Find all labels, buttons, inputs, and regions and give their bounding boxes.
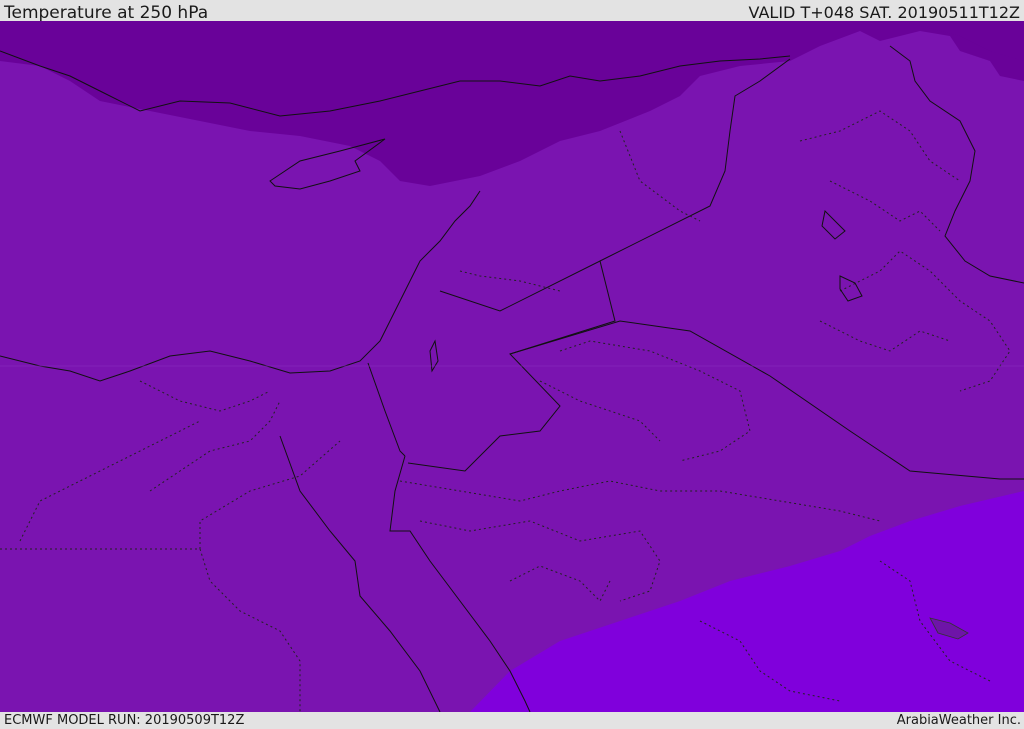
valid-time: VALID T+048 SAT. 20190511T12Z	[748, 3, 1020, 22]
header-bar: Temperature at 250 hPa VALID T+048 SAT. …	[0, 0, 1024, 23]
weather-map[interactable]	[0, 21, 1024, 712]
model-run-label: ECMWF MODEL RUN: 20190509T12Z	[4, 713, 245, 728]
footer-bar: ECMWF MODEL RUN: 20190509T12Z ArabiaWeat…	[0, 712, 1024, 729]
map-canvas	[0, 21, 1024, 712]
credit-label: ArabiaWeather Inc.	[896, 713, 1021, 728]
map-title: Temperature at 250 hPa	[4, 3, 209, 23]
